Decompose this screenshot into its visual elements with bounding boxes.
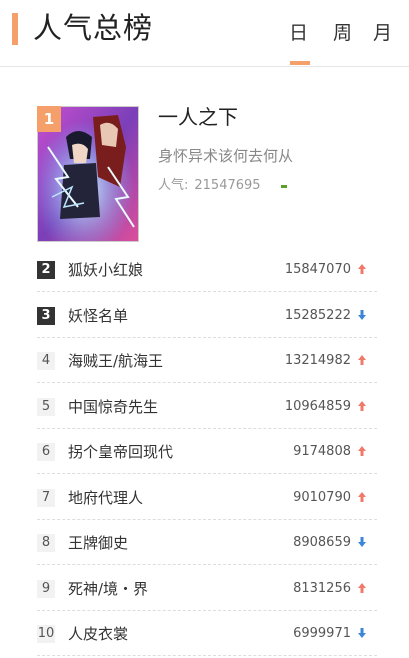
rank-badge: 5 [37, 398, 55, 416]
trend-up-icon [358, 401, 366, 411]
list-item[interactable]: 10 人皮衣裳 6999971 [37, 611, 377, 656]
trend-down-icon [358, 310, 366, 320]
active-tab-indicator [290, 61, 310, 65]
popularity-label: 人气: [158, 178, 189, 193]
list-item[interactable]: 8 王牌御史 8908659 [37, 520, 377, 565]
comic-title[interactable]: 中国惊奇先生 [68, 396, 158, 418]
page-title: 人气总榜 [33, 11, 154, 45]
popularity-score: 8908659 [293, 535, 351, 550]
comic-title[interactable]: 拐个皇帝回现代 [68, 441, 173, 463]
ranking-header: 人气总榜 日 周 月 [0, 0, 409, 67]
popularity-score: 13214982 [284, 353, 351, 368]
list-item[interactable]: 7 地府代理人 9010790 [37, 475, 377, 520]
list-item[interactable]: 2 狐妖小红娘 15847070 [37, 247, 377, 292]
tab-day[interactable]: 日 [289, 20, 308, 46]
trend-down-icon [358, 628, 366, 638]
rank-badge: 6 [37, 443, 55, 461]
trend-up-icon [358, 492, 366, 502]
popularity-score: 9174808 [293, 444, 351, 459]
list-item[interactable]: 9 死神/境・界 8131256 [37, 566, 377, 611]
tab-month[interactable]: 月 [373, 20, 392, 46]
trend-down-icon [358, 537, 366, 547]
trend-flat-icon [281, 185, 287, 188]
rank-badge: 7 [37, 489, 55, 507]
trend-up-icon [358, 446, 366, 456]
comic-title[interactable]: 王牌御史 [68, 532, 128, 554]
popularity-score: 10964859 [284, 399, 351, 414]
popularity-score: 15285222 [284, 308, 351, 323]
rank-badge: 2 [37, 261, 55, 279]
rank-badge: 10 [37, 625, 55, 643]
trend-up-icon [358, 264, 366, 274]
rank-badge: 9 [37, 580, 55, 598]
comic-title[interactable]: 人皮衣裳 [68, 623, 128, 645]
list-item[interactable]: 5 中国惊奇先生 10964859 [37, 384, 377, 429]
list-item[interactable]: 4 海贼王/航海王 13214982 [37, 338, 377, 383]
top1-description: 身怀异术该何去何从 [158, 147, 294, 165]
top1-popularity: 人气: 21547695 [158, 177, 261, 195]
comic-title[interactable]: 妖怪名单 [68, 305, 128, 327]
tab-week[interactable]: 周 [333, 20, 352, 46]
popularity-score: 6999971 [293, 626, 351, 641]
trend-up-icon [358, 583, 366, 593]
rank-badge: 3 [37, 307, 55, 325]
comic-title[interactable]: 死神/境・界 [68, 578, 148, 600]
comic-title[interactable]: 地府代理人 [68, 487, 143, 509]
popularity-value: 21547695 [194, 178, 261, 193]
title-accent-bar [12, 13, 18, 45]
popularity-score: 15847070 [284, 262, 351, 277]
comic-title[interactable]: 海贼王/航海王 [68, 350, 163, 372]
rank-badge: 4 [37, 352, 55, 370]
trend-up-icon [358, 355, 366, 365]
list-item[interactable]: 3 妖怪名单 15285222 [37, 293, 377, 338]
top1-title[interactable]: 一人之下 [158, 104, 238, 130]
rank-badge: 1 [37, 106, 61, 132]
rank-badge: 8 [37, 534, 55, 552]
comic-title[interactable]: 狐妖小红娘 [68, 259, 143, 281]
popularity-score: 8131256 [293, 581, 351, 596]
list-item[interactable]: 6 拐个皇帝回现代 9174808 [37, 429, 377, 474]
top1-cover-link[interactable]: 1 [37, 106, 139, 242]
popularity-score: 9010790 [293, 490, 351, 505]
